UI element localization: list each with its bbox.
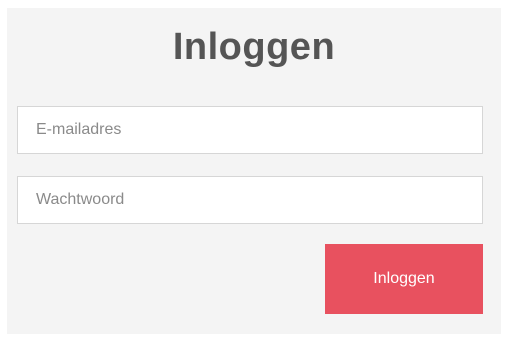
email-field[interactable] <box>18 107 482 153</box>
password-field-container <box>17 176 483 224</box>
email-field-container <box>17 106 483 154</box>
login-panel: Inloggen Inloggen <box>7 8 501 334</box>
login-button[interactable]: Inloggen <box>325 244 483 314</box>
password-field[interactable] <box>18 177 482 223</box>
page-title: Inloggen <box>172 26 336 68</box>
